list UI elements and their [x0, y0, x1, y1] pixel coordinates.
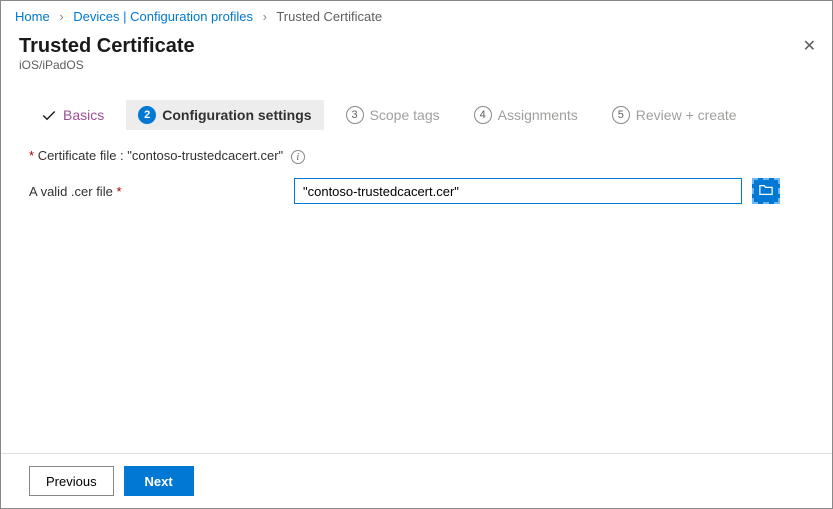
breadcrumb-current: Trusted Certificate: [276, 9, 382, 24]
cer-file-input[interactable]: [294, 178, 742, 204]
step-assignments[interactable]: 4 Assignments: [462, 100, 590, 130]
cer-file-label-text: A valid .cer file: [29, 184, 113, 199]
page-subtitle: iOS/iPadOS: [19, 58, 814, 72]
breadcrumb: Home › Devices | Configuration profiles …: [1, 1, 832, 31]
step-label: Basics: [63, 107, 104, 123]
step-label: Review + create: [636, 107, 737, 123]
cer-file-row: A valid .cer file *: [29, 178, 804, 204]
close-button[interactable]: ✕: [797, 33, 822, 61]
certificate-file-label: * Certificate file : "contoso-trustedcac…: [29, 148, 804, 164]
check-icon: [41, 107, 57, 123]
step-label: Assignments: [498, 107, 578, 123]
folder-icon: [759, 183, 773, 200]
page-header: Trusted Certificate iOS/iPadOS ✕: [1, 31, 832, 80]
required-marker: *: [29, 148, 34, 163]
step-scope-tags[interactable]: 3 Scope tags: [334, 100, 452, 130]
step-number: 2: [138, 106, 156, 124]
breadcrumb-devices[interactable]: Devices | Configuration profiles: [73, 9, 253, 24]
step-number: 3: [346, 106, 364, 124]
form-body: * Certificate file : "contoso-trustedcac…: [1, 140, 832, 212]
step-number: 5: [612, 106, 630, 124]
step-label: Scope tags: [370, 107, 440, 123]
breadcrumb-home[interactable]: Home: [15, 9, 50, 24]
required-marker: *: [116, 184, 121, 199]
wizard-footer: Previous Next: [1, 453, 832, 508]
cer-file-label: A valid .cer file *: [29, 184, 284, 199]
step-basics[interactable]: Basics: [29, 101, 116, 129]
page-title: Trusted Certificate: [19, 35, 814, 58]
step-number: 4: [474, 106, 492, 124]
step-label: Configuration settings: [162, 107, 311, 123]
certificate-file-text: Certificate file : "contoso-trustedcacer…: [38, 148, 284, 163]
info-icon[interactable]: i: [291, 150, 305, 164]
previous-button[interactable]: Previous: [29, 466, 114, 496]
chevron-right-icon: ›: [263, 9, 267, 24]
close-icon: ✕: [803, 38, 816, 55]
next-button[interactable]: Next: [124, 466, 194, 496]
step-review-create[interactable]: 5 Review + create: [600, 100, 749, 130]
step-configuration-settings[interactable]: 2 Configuration settings: [126, 100, 323, 130]
chevron-right-icon: ›: [59, 9, 63, 24]
browse-file-button[interactable]: [752, 178, 780, 204]
wizard-steps: Basics 2 Configuration settings 3 Scope …: [1, 80, 832, 140]
